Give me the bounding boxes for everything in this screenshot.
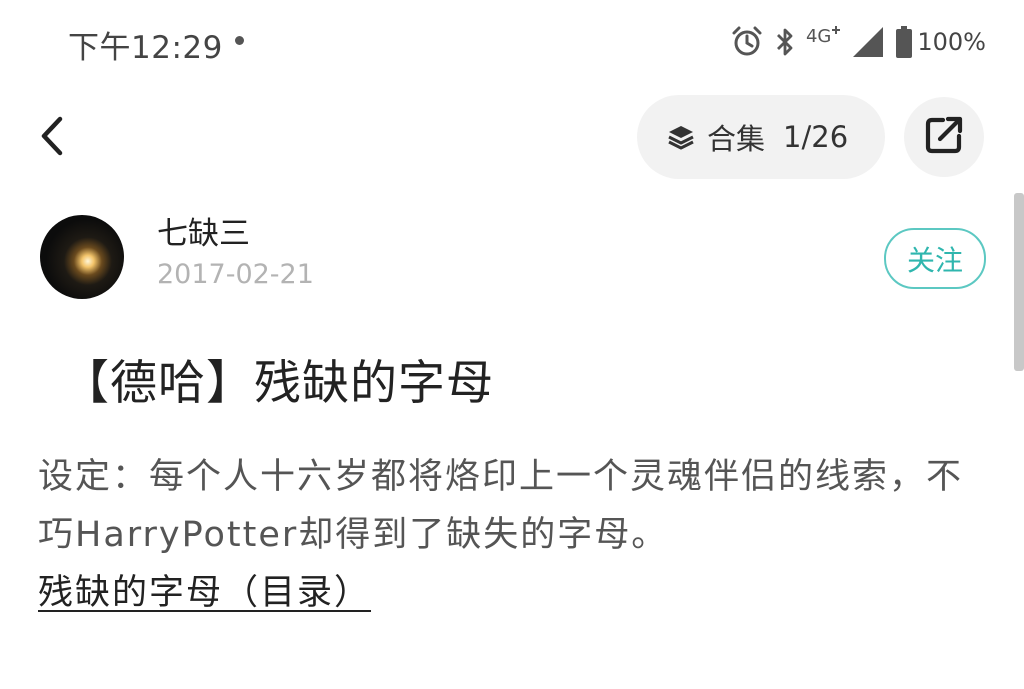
network-type: 4G	[806, 26, 841, 53]
avatar[interactable]	[40, 215, 124, 299]
bluetooth-icon	[774, 26, 796, 58]
notification-dot	[235, 36, 244, 45]
battery-percent: 100%	[917, 28, 986, 56]
collection-button[interactable]: 合集 1/26	[637, 95, 885, 179]
network-label: 4G	[805, 25, 832, 47]
scrollbar[interactable]	[1014, 193, 1024, 371]
article-title: 【德哈】残缺的字母	[62, 356, 494, 411]
follow-button[interactable]: 关注	[884, 228, 986, 289]
battery-icon	[895, 25, 913, 59]
status-bar: 下午12:29 4G 100%	[0, 0, 1024, 84]
collection-count: 1/26	[783, 120, 849, 154]
author-name[interactable]: 七缺三	[157, 208, 250, 253]
article-body: 设定：每个人十六岁都将烙印上一个灵魂伴侣的线索，不巧HarryPotter却得到…	[38, 448, 988, 622]
toc-link[interactable]: 残缺的字母（目录）	[38, 564, 371, 622]
alarm-icon	[730, 25, 764, 59]
collection-label: 合集	[707, 122, 766, 156]
share-button[interactable]	[904, 97, 984, 177]
signal-icon	[851, 25, 885, 59]
layers-icon	[667, 123, 695, 151]
share-icon	[923, 114, 965, 160]
status-icons: 4G 100%	[720, 20, 986, 64]
article-intro: 设定：每个人十六岁都将烙印上一个灵魂伴侣的线索，不巧HarryPotter却得到…	[38, 457, 964, 555]
chevron-left-icon	[38, 116, 66, 160]
back-button[interactable]	[28, 112, 76, 164]
status-time: 下午12:29	[68, 30, 223, 66]
post-date: 2017-02-21	[157, 259, 314, 290]
